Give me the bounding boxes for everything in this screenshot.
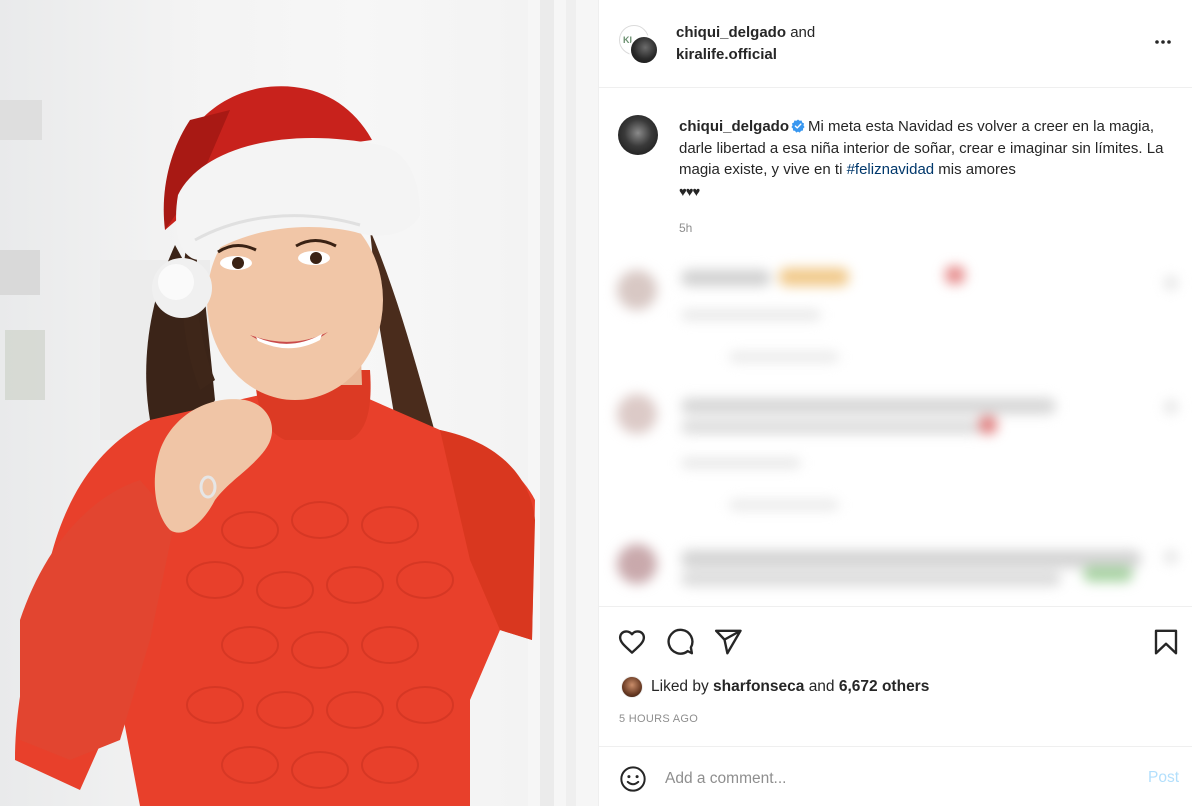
collab-avatar-chiqui[interactable] <box>629 35 659 65</box>
caption-hearts: ♥♥♥ <box>679 183 700 199</box>
collab-avatars[interactable]: KL <box>619 25 661 67</box>
likes-prefix: Liked by <box>651 678 709 695</box>
caption-body-2: mis amores <box>934 161 1016 178</box>
likes-summary: Liked by sharfonseca and 6,672 others <box>621 675 929 699</box>
comment-emoji-placeholder <box>945 266 965 284</box>
emoji-button[interactable] <box>619 765 647 793</box>
post-header: KL chiqui_delgado and kiralife.official <box>599 0 1192 88</box>
comment-avatar <box>617 544 657 584</box>
comment-replies-placeholder <box>729 352 839 362</box>
bookmark-icon <box>1154 629 1178 655</box>
post-timestamp[interactable]: 5 HOURS AGO <box>619 713 698 725</box>
liker-username[interactable]: sharfonseca <box>713 678 804 695</box>
like-button[interactable] <box>617 627 647 657</box>
comment-avatar <box>617 394 657 434</box>
comment-meta-placeholder <box>681 310 821 320</box>
header-username-1[interactable]: chiqui_delgado <box>676 24 786 41</box>
verified-badge-icon <box>791 119 805 133</box>
comment-input[interactable] <box>665 765 1115 793</box>
comment-text-placeholder <box>779 268 849 286</box>
caption-time[interactable]: 5h <box>679 221 692 235</box>
comment-username-placeholder <box>681 270 771 286</box>
blurred-comments <box>599 248 1192 606</box>
likes-others-link[interactable]: 6,672 others <box>839 678 929 695</box>
send-icon <box>714 629 742 655</box>
comment-text-placeholder <box>681 572 1061 586</box>
header-username-2[interactable]: kiralife.official <box>676 46 777 63</box>
comment-avatar <box>617 270 657 310</box>
liker-avatar[interactable] <box>621 675 643 698</box>
caption-hashtag-link[interactable]: #feliznavidad <box>847 161 935 178</box>
caption-avatar[interactable] <box>618 115 658 155</box>
smiley-icon <box>620 766 646 792</box>
caption-text: chiqui_delgado Mi meta esta Navidad es vo… <box>679 116 1179 202</box>
comment-meta-placeholder <box>681 458 801 468</box>
save-button[interactable] <box>1151 627 1181 657</box>
collab-names: chiqui_delgado and kiralife.official <box>676 22 815 66</box>
post-comment-button[interactable]: Post <box>1148 769 1179 787</box>
caption-username[interactable]: chiqui_delgado <box>679 118 789 135</box>
comments-list[interactable] <box>599 248 1192 606</box>
post-image[interactable] <box>0 0 598 806</box>
post-caption: chiqui_delgado Mi meta esta Navidad es vo… <box>599 88 1192 248</box>
more-horizontal-icon <box>1155 40 1171 44</box>
comment-text-placeholder <box>681 420 981 434</box>
post-details-panel: KL chiqui_delgado and kiralife.official … <box>598 0 1192 806</box>
comment-like-placeholder <box>1164 550 1178 564</box>
comment-icon <box>667 628 694 655</box>
comment-button[interactable] <box>665 627 695 657</box>
header-and-text: and <box>790 24 816 41</box>
post-photo-illustration <box>0 0 598 806</box>
share-button[interactable] <box>713 627 743 657</box>
comment-text-placeholder <box>681 398 1056 414</box>
likes-middle: and <box>808 678 835 695</box>
comment-emoji-placeholder <box>1083 566 1133 582</box>
comment-emoji-placeholder <box>979 416 997 434</box>
post-actions: Liked by sharfonseca and 6,672 others 5 … <box>599 606 1192 746</box>
comment-like-placeholder <box>1164 276 1178 290</box>
comment-text-placeholder <box>681 550 1141 568</box>
comment-like-placeholder <box>1164 400 1178 414</box>
heart-icon <box>618 630 646 654</box>
comment-replies-placeholder <box>729 500 839 510</box>
add-comment-section: Post <box>599 746 1192 806</box>
more-options-button[interactable] <box>1151 30 1175 54</box>
